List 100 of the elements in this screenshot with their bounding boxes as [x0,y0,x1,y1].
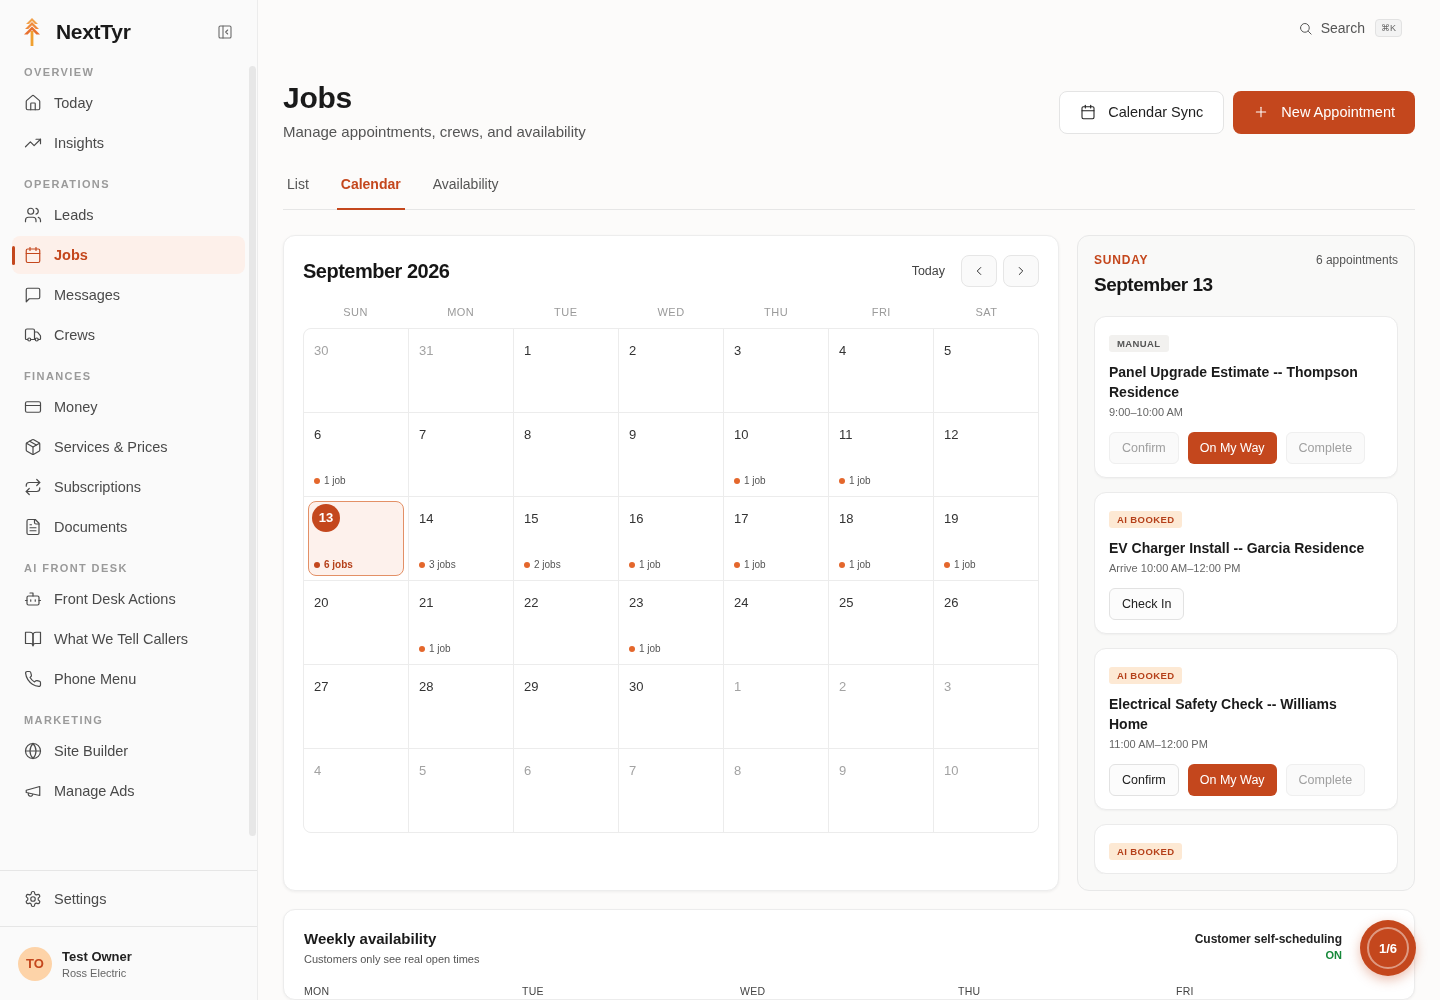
calendar-day[interactable]: 13 6 jobs [308,501,404,576]
previous-month-button[interactable] [961,255,997,287]
weekday-label: MON [447,306,475,318]
sidebar-item[interactable]: Site Builder [12,732,245,770]
status-dot-icon [629,562,635,568]
day-number: 26 [944,595,959,611]
day-number: 23 [629,595,644,611]
appointment-count: 6 appointments [1315,253,1398,267]
day-number: 9 [629,427,637,443]
sidebar-item[interactable]: Crews [12,316,245,354]
day-number: 20 [314,595,329,611]
sidebar-item[interactable]: Today [12,84,245,122]
brand-name: NextTyr [56,20,131,44]
new-appointment-button[interactable]: New Appointment [1233,90,1415,134]
source-tag: AI BOOKED [1109,511,1183,528]
action-button[interactable]: Check In [1109,588,1185,620]
action-button[interactable]: On My Way [1187,764,1277,796]
sidebar-item[interactable]: Insights [12,124,245,162]
status-dot-icon [734,562,740,568]
day-number: 27 [314,679,329,695]
weekday-label: TUE [554,306,578,318]
sidebar-panel-icon [217,24,233,40]
phone-icon [24,670,42,688]
day-number: 12 [944,427,959,443]
day-number: 22 [524,595,539,611]
job-count: 1 job [849,475,871,487]
day-number: 1 [524,343,532,359]
source-tag: MANUAL [1109,335,1169,352]
sidebar-item[interactable]: Messages [12,276,245,314]
appointment-title: Electrical Safety Check -- Williams Home [1109,695,1338,734]
sidebar-item[interactable]: Leads [12,196,245,234]
month-title: September 2026 [303,259,450,283]
selected-date: September 13 [1094,273,1214,297]
open-book-icon [24,630,42,648]
status-dot-icon [524,562,530,568]
calendar-icon [24,246,42,264]
truck-icon [24,326,42,344]
day-number: 6 [524,763,532,779]
day-number: 30 [314,343,329,359]
setting-label: Customer self-scheduling [1194,932,1342,946]
collapse-sidebar-button[interactable] [217,24,233,40]
view-tab[interactable]: List [283,160,313,210]
day-number: 18 [839,511,854,527]
next-month-button[interactable] [1003,255,1039,287]
sidebar-item[interactable]: Services & Prices [12,428,245,466]
section-subtitle: Customers only see real open times [304,952,480,967]
status-dot-icon [629,646,635,652]
day-number: 16 [629,511,644,527]
job-count: 2 jobs [534,559,561,571]
section-label: OVERVIEW [23,65,96,80]
sidebar-item[interactable]: What We Tell Callers [12,620,245,658]
today-button[interactable]: Today [911,264,945,278]
appointment-time: 11:00 AM–12:00 PM [1109,737,1208,752]
view-tab[interactable]: Availability [428,160,503,210]
day-number: 10 [944,763,959,779]
day-number: 13 [312,504,340,532]
appointment-card[interactable]: AI BOOKED [1094,824,1398,874]
setting-status[interactable]: ON [1325,949,1342,961]
job-count: 1 job [429,643,451,655]
sidebar-item[interactable]: Money [12,388,245,426]
weekday-label: FRI [1176,985,1194,997]
day-number: 1 [734,679,742,695]
appointment-time: Arrive 10:00 AM–12:00 PM [1109,561,1241,576]
page-subtitle: Manage appointments, crews, and availability [283,122,586,142]
day-number: 25 [839,595,854,611]
page-title: Jobs [283,82,353,114]
appointment-time: 9:00–10:00 AM [1109,405,1183,420]
day-number: 7 [629,763,637,779]
day-number: 7 [419,427,427,443]
credit-card-icon [24,398,42,416]
job-count: 3 jobs [429,559,456,571]
sidebar-item[interactable]: Front Desk Actions [12,580,245,618]
job-count: 1 job [639,643,661,655]
job-count: 1 job [954,559,976,571]
appointment-card[interactable]: AI BOOKED EV Charger Install -- Garcia Residence Arrive 10:00 AM–12:00 PM Check In [1094,492,1398,634]
calendar-sync-button[interactable]: Calendar Sync [1059,90,1225,134]
day-number: 8 [734,763,742,779]
section-label: AI FRONT DESK [23,561,129,576]
sidebar-item[interactable]: Phone Menu [12,660,245,698]
sidebar-item[interactable]: Subscriptions [12,468,245,506]
view-tab[interactable]: Calendar [336,160,405,210]
calendar-icon [1080,104,1097,120]
weekday-label: SAT [975,306,998,318]
job-count: 1 job [744,475,766,487]
sidebar-item[interactable]: Jobs [12,236,245,274]
search-button[interactable]: Search ⌘K [1285,13,1414,43]
action-button[interactable]: On My Way [1187,432,1277,464]
day-number: 3 [944,679,952,695]
section-title: Weekly availability [304,929,438,949]
shortcut-hint: ⌘K [1375,19,1402,37]
weekday-label: THU [764,306,789,318]
day-number: 9 [839,763,847,779]
sidebar-item[interactable]: Settings [12,879,245,918]
status-dot-icon [944,562,950,568]
sidebar-item[interactable]: Documents [12,508,245,546]
sidebar-item[interactable]: Manage Ads [12,772,245,810]
action-button[interactable]: Confirm [1109,764,1179,796]
weekday-label: TUE [522,985,544,997]
speech-bubble-icon [24,286,42,304]
globe-icon [24,742,42,760]
